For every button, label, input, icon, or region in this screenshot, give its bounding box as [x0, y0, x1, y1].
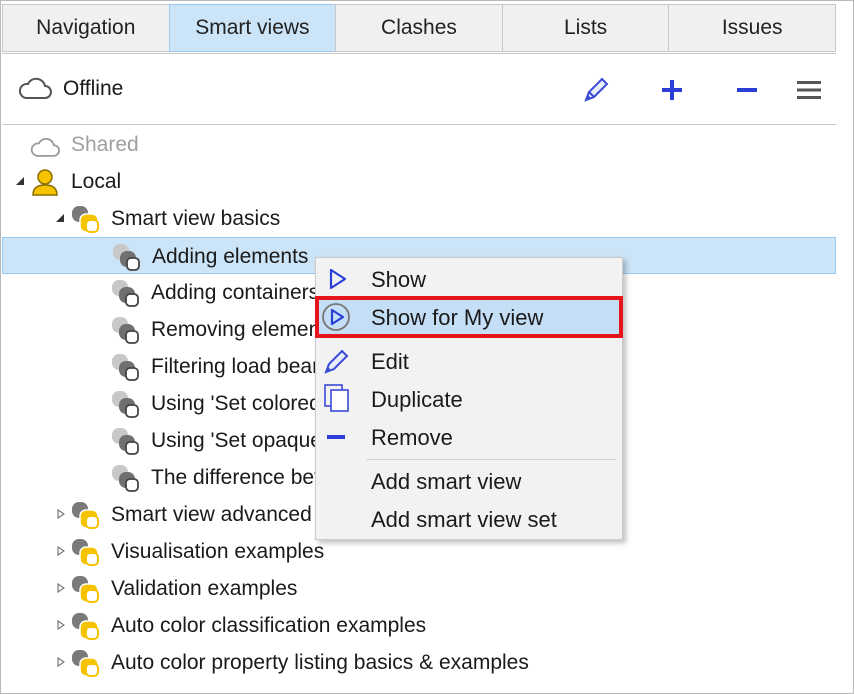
edit-button[interactable] — [578, 72, 614, 108]
smart-view-icon — [112, 428, 139, 455]
smart-view-icon — [112, 317, 139, 344]
tab-navigation[interactable]: Navigation — [2, 4, 169, 52]
expanded-arrow-icon[interactable] — [56, 214, 64, 222]
tree-node-label: Smart view basics — [111, 207, 281, 230]
remove-button[interactable] — [729, 72, 765, 108]
tree-node-label: Auto color classification examples — [111, 614, 427, 637]
tree-node-label: Adding containers — [151, 281, 320, 304]
tree-node-label: The difference bet — [151, 466, 320, 489]
minus-icon — [327, 435, 345, 439]
tab-bar: Navigation Smart views Clashes Lists Iss… — [2, 4, 836, 54]
smart-view-set-icon — [72, 539, 99, 566]
edit-pencil-icon — [584, 77, 609, 102]
tree-node-folder[interactable]: Auto color property listing basics & exa… — [2, 644, 836, 681]
menu-item-add-smart-view[interactable]: Add smart view — [317, 462, 621, 500]
menu-item-label: Edit — [371, 349, 409, 374]
tree-node-label: Visualisation examples — [111, 540, 325, 563]
menu-item-label: Add smart view — [371, 469, 522, 494]
tree-node-shared[interactable]: Shared — [2, 126, 836, 163]
smart-view-set-icon — [72, 613, 99, 640]
collapsed-arrow-icon[interactable] — [57, 583, 65, 593]
smart-view-icon — [112, 280, 139, 307]
tree-node-label: Adding elements — [152, 245, 309, 268]
collapsed-arrow-icon[interactable] — [57, 509, 65, 519]
connection-status: Offline — [63, 77, 124, 100]
smart-view-set-icon — [72, 502, 99, 529]
smart-view-icon — [113, 244, 140, 271]
context-menu: Show Show for My view Edit Duplicate Rem… — [315, 257, 623, 540]
menu-item-add-smart-view-set[interactable]: Add smart view set — [317, 500, 621, 538]
expanded-arrow-icon[interactable] — [16, 177, 24, 185]
menu-item-show-for-my-view[interactable]: Show for My view — [315, 296, 623, 338]
menu-item-label: Show — [371, 267, 427, 292]
menu-item-label: Duplicate — [371, 387, 463, 412]
menu-item-remove[interactable]: Remove — [317, 418, 621, 456]
tree-node-label: Filtering load bear — [151, 355, 320, 378]
cloud-icon — [30, 137, 60, 157]
collapsed-arrow-icon[interactable] — [57, 620, 65, 630]
menu-item-label: Remove — [371, 425, 453, 450]
collapsed-arrow-icon[interactable] — [57, 546, 65, 556]
tree-node-label: Using 'Set opaque — [151, 429, 322, 452]
smart-view-set-icon — [72, 576, 99, 603]
minus-icon — [737, 88, 757, 92]
more-menu-button[interactable] — [791, 72, 827, 108]
tab-lists[interactable]: Lists — [501, 4, 669, 52]
tree-node-folder[interactable]: Auto color classification examples — [2, 607, 836, 644]
play-outline-icon — [329, 268, 347, 290]
tree-node-local[interactable]: Local — [2, 163, 836, 200]
play-circle-icon — [322, 303, 350, 331]
add-button[interactable] — [654, 72, 690, 108]
duplicate-icon — [324, 384, 349, 412]
cloud-icon — [18, 77, 52, 99]
menu-item-edit[interactable]: Edit — [317, 342, 621, 380]
menu-item-duplicate[interactable]: Duplicate — [317, 380, 621, 418]
smart-view-set-icon — [72, 650, 99, 677]
tab-smart-views[interactable]: Smart views — [168, 4, 336, 52]
pencil-icon — [324, 349, 349, 374]
tree-node-label: Removing elemen — [151, 318, 321, 341]
tree-node-label: Using 'Set colored — [151, 392, 321, 415]
tree-node-label: Auto color property listing basics & exa… — [111, 651, 529, 674]
plus-icon — [662, 80, 682, 100]
menu-item-label: Show for My view — [371, 305, 544, 330]
smart-view-icon — [112, 465, 139, 492]
tree-node-label: Validation examples — [111, 577, 298, 600]
toolbar: Offline — [2, 54, 836, 125]
smart-view-set-icon — [72, 206, 99, 233]
user-icon — [32, 169, 58, 196]
tree-node-folder-basics[interactable]: Smart view basics — [2, 200, 836, 237]
menu-separator — [366, 459, 616, 460]
smart-view-icon — [112, 354, 139, 381]
tree-node-label: Local — [71, 170, 122, 193]
tab-issues[interactable]: Issues — [668, 4, 836, 52]
hamburger-menu-icon — [797, 81, 821, 99]
tab-clashes[interactable]: Clashes — [335, 4, 502, 52]
smart-view-icon — [112, 391, 139, 418]
tree-node-label: Smart view advanced — [111, 503, 312, 526]
tree-node-label: Shared — [71, 133, 139, 156]
menu-item-show[interactable]: Show — [317, 260, 621, 298]
menu-item-label: Add smart view set — [371, 507, 557, 532]
tree-node-folder[interactable]: Validation examples — [2, 570, 836, 607]
collapsed-arrow-icon[interactable] — [57, 657, 65, 667]
